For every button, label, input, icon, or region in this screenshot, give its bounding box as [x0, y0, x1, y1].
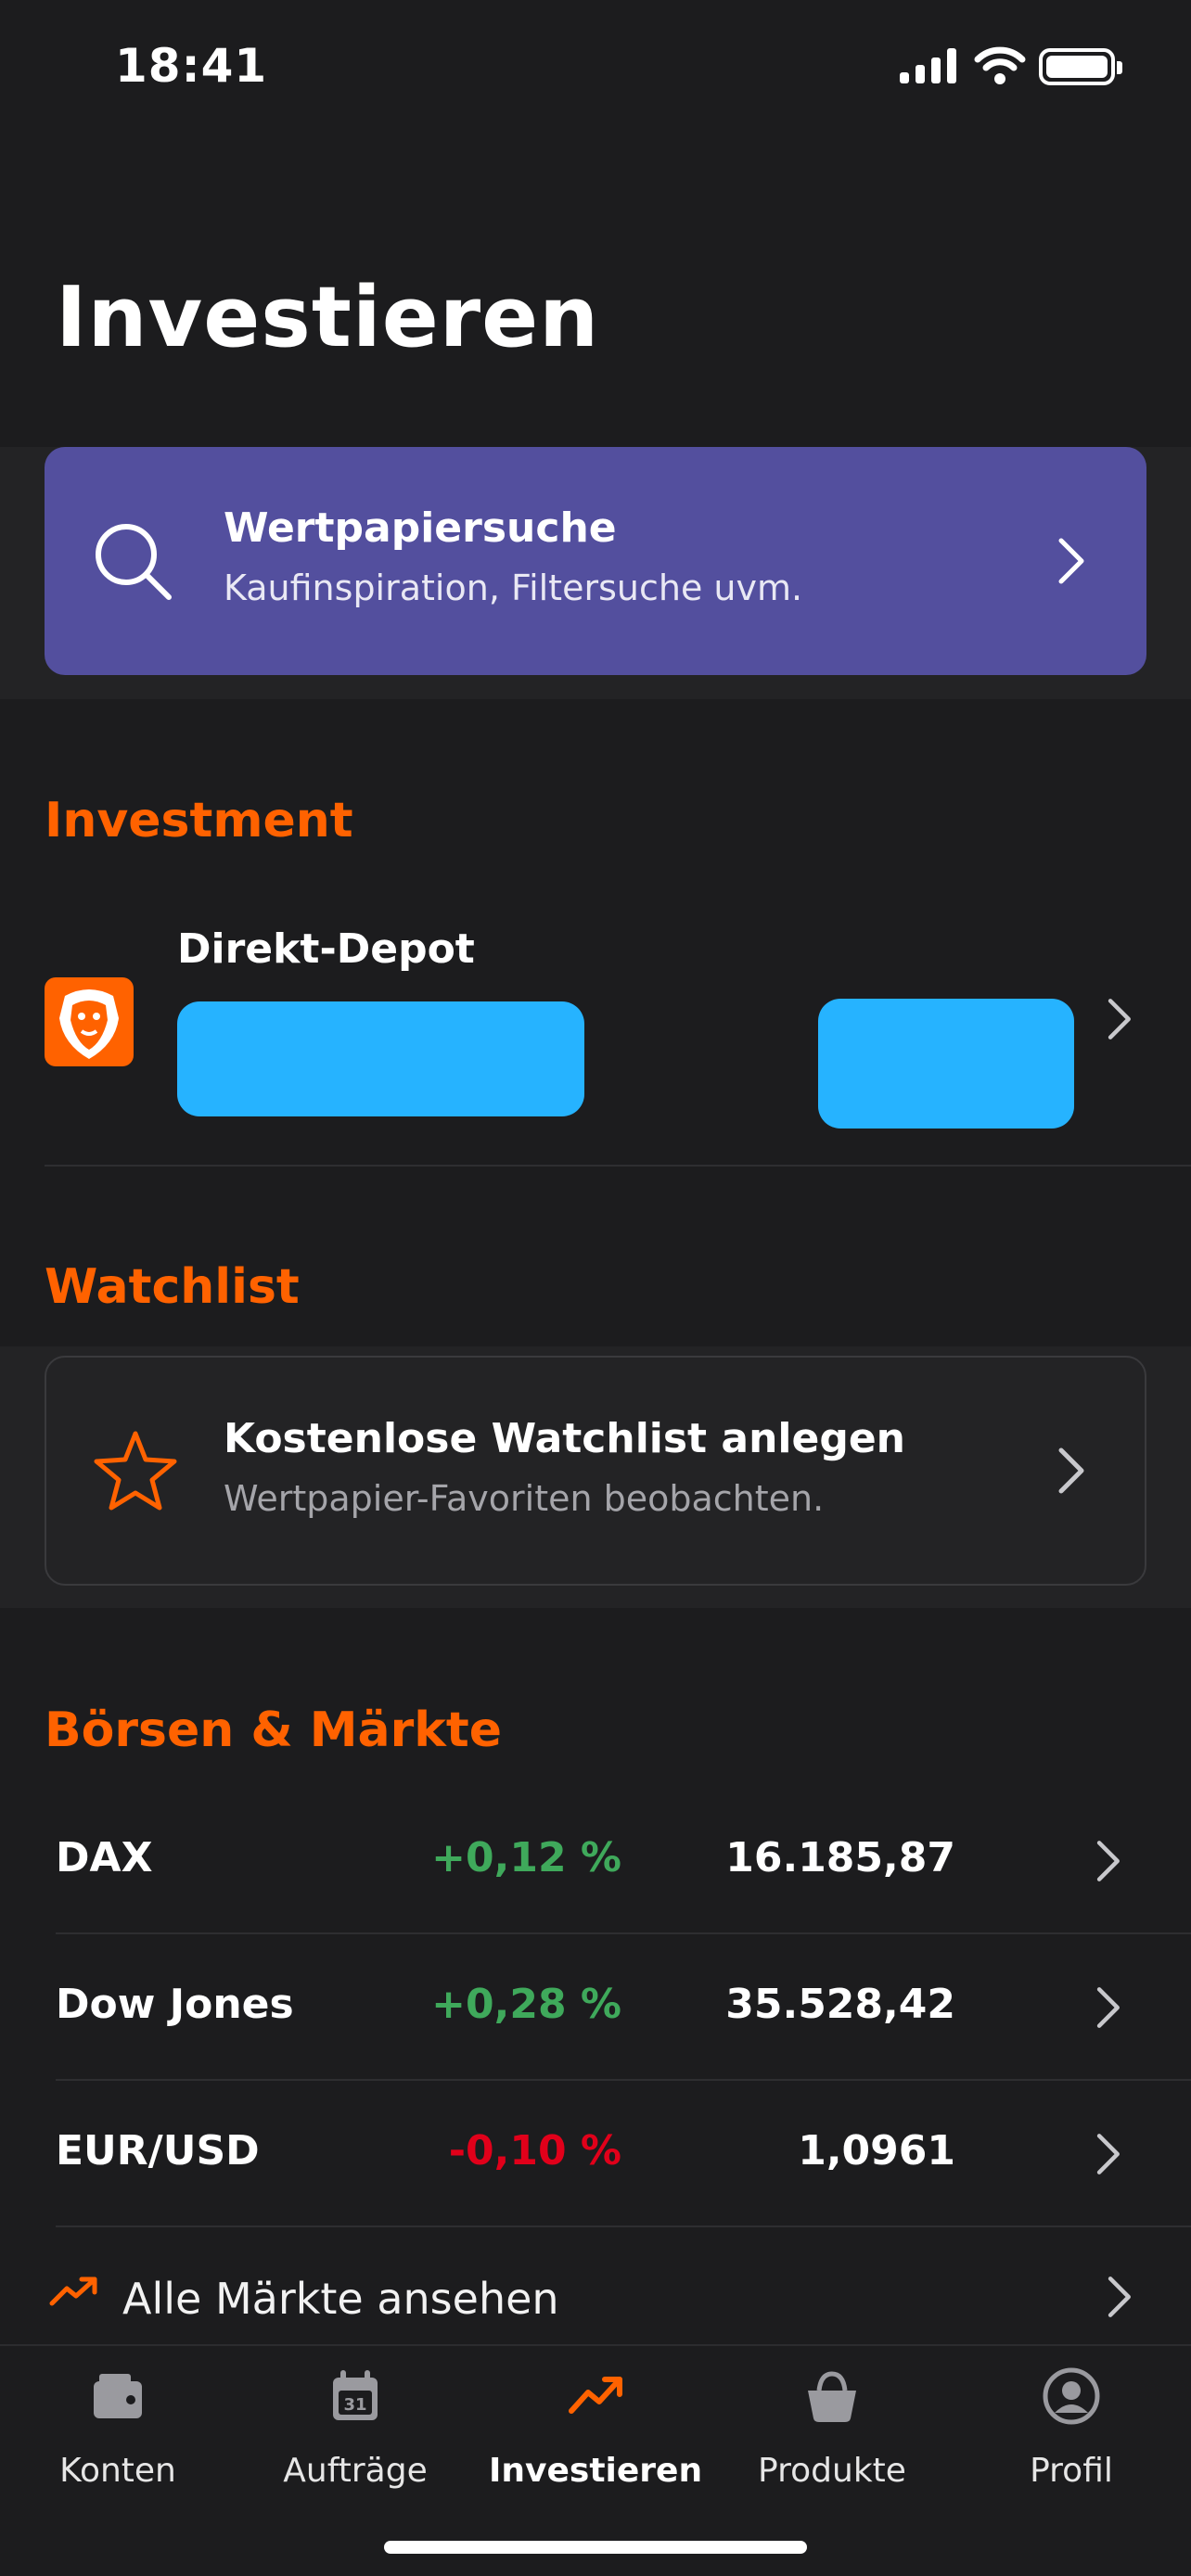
wifi-icon	[974, 46, 1026, 84]
market-name: Dow Jones	[56, 1981, 294, 2028]
tab-konten[interactable]: Konten	[11, 2366, 224, 2506]
chevron-right-icon	[1096, 2134, 1120, 2174]
market-value: 1,0961	[798, 2127, 955, 2174]
market-row-dax[interactable]: DAX +0,12 % 16.185,87	[0, 1788, 1191, 1934]
redacted-depot-number	[177, 1001, 584, 1116]
market-value: 35.528,42	[725, 1981, 955, 2028]
trending-up-icon	[49, 2276, 97, 2306]
trending-up-icon	[569, 2377, 622, 2414]
tab-produkte[interactable]: Produkte	[725, 2366, 939, 2506]
market-change: -0,10 %	[448, 2127, 621, 2174]
chevron-right-icon	[1108, 2276, 1131, 2317]
calendar-icon: 31	[333, 2370, 378, 2420]
all-markets-label: Alle Märkte ansehen	[122, 2274, 559, 2324]
market-row-dow-jones[interactable]: Dow Jones +0,28 % 35.528,42	[0, 1934, 1191, 2081]
chevron-right-icon	[1096, 1841, 1120, 1881]
investment-heading: Investment	[45, 793, 353, 848]
chevron-right-icon	[1108, 999, 1131, 1039]
svg-text:31: 31	[343, 2395, 366, 2415]
search-card-subtitle: Kaufinspiration, Filtersuche uvm.	[224, 567, 803, 608]
tab-investieren[interactable]: Investieren	[489, 2366, 702, 2506]
status-bar: 18:41	[0, 0, 1191, 139]
tab-label: Investieren	[489, 2452, 703, 2490]
cellular-signal-icon	[900, 48, 957, 83]
tab-label: Konten	[59, 2452, 176, 2490]
create-watchlist-card[interactable]: Kostenlose Watchlist anlegen Wertpapier-…	[45, 1356, 1146, 1586]
chevron-right-icon	[1058, 1447, 1084, 1494]
market-change: +0,28 %	[431, 1981, 621, 2028]
wallet-icon	[94, 2374, 142, 2418]
market-change: +0,12 %	[431, 1834, 621, 1881]
watchlist-card-subtitle: Wertpapier-Favoriten beobachten.	[224, 1478, 825, 1519]
market-name: DAX	[56, 1834, 153, 1881]
markets-heading: Börsen & Märkte	[45, 1702, 502, 1758]
ing-lion-logo	[45, 977, 134, 1066]
divider	[56, 2225, 1191, 2227]
profile-icon	[1043, 2367, 1100, 2425]
basket-icon	[808, 2371, 856, 2422]
chevron-right-icon	[1058, 538, 1084, 584]
securities-search-card[interactable]: Wertpapiersuche Kaufinspiration, Filters…	[45, 447, 1146, 675]
divider	[45, 1165, 1191, 1167]
watchlist-heading: Watchlist	[45, 1259, 300, 1315]
search-icon	[96, 524, 172, 600]
tab-label: Produkte	[758, 2452, 906, 2490]
status-time: 18:41	[115, 39, 268, 93]
battery-icon	[1039, 48, 1122, 85]
watchlist-card-title: Kostenlose Watchlist anlegen	[224, 1415, 906, 1462]
market-name: EUR/USD	[56, 2127, 260, 2174]
chevron-right-icon	[1096, 1987, 1120, 2028]
tab-auftraege[interactable]: 31 Aufträge	[249, 2366, 462, 2506]
depot-name: Direkt-Depot	[177, 925, 475, 973]
home-indicator[interactable]	[384, 2541, 807, 2554]
redacted-depot-value	[818, 999, 1074, 1129]
market-row-eur-usd[interactable]: EUR/USD -0,10 % 1,0961	[0, 2081, 1191, 2227]
tab-label: Profil	[1030, 2452, 1113, 2490]
star-icon	[94, 1431, 177, 1511]
market-value: 16.185,87	[725, 1834, 955, 1881]
investieren-screen: 18:41 Investieren Wertpapiersuche Kaufin…	[0, 0, 1191, 2576]
page-title: Investieren	[56, 269, 600, 366]
tab-profil[interactable]: Profil	[965, 2366, 1178, 2506]
search-card-title: Wertpapiersuche	[224, 504, 617, 552]
tab-label: Aufträge	[283, 2452, 428, 2490]
